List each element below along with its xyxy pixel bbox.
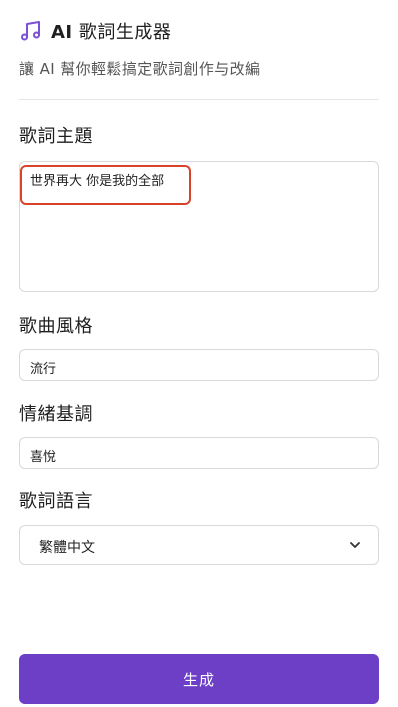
language-selected: 繁體中文 [39, 540, 95, 556]
mood-input[interactable]: 喜悅 [19, 437, 379, 469]
generate-button[interactable]: 生成 [19, 654, 379, 704]
language-label: 歌詞語言 [19, 491, 93, 512]
header-divider [19, 99, 379, 100]
music-note-icon [21, 21, 40, 41]
app-title-ai: AI [51, 22, 73, 43]
app-subtitle: 讓 AI 幫你輕鬆搞定歌詞創作与改編 [19, 60, 261, 78]
mood-value: 喜悅 [30, 450, 57, 465]
style-input[interactable]: 流行 [19, 349, 379, 381]
language-select[interactable]: 繁體中文 [19, 525, 379, 565]
mood-label: 情緒基調 [19, 404, 93, 425]
style-label: 歌曲風格 [19, 316, 93, 337]
app-title: AI 歌詞生成器 [51, 18, 171, 44]
annotation-highlight [20, 165, 191, 205]
app-header: AI 歌詞生成器 [19, 18, 171, 44]
theme-label: 歌詞主題 [19, 126, 93, 147]
app-title-rest: 歌詞生成器 [72, 22, 172, 43]
style-value: 流行 [30, 362, 57, 377]
chevron-down-icon [350, 542, 360, 548]
